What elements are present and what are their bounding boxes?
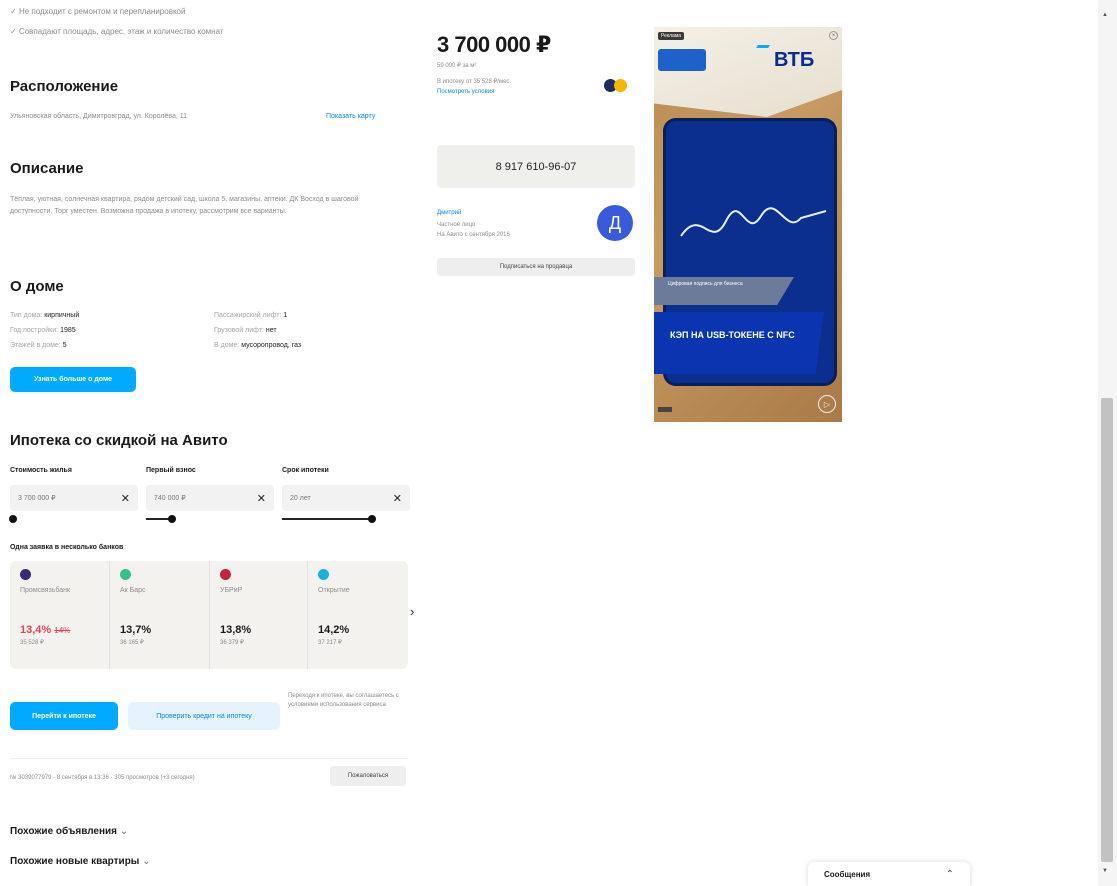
down-payment-slider-knob[interactable]: [167, 515, 176, 523]
seller-type: Частное лицо: [437, 222, 476, 228]
price-value: 3 700 000 ₽: [437, 32, 551, 57]
top-check-2: ✓ Совпадают площадь, адрес, этаж и колич…: [10, 27, 224, 36]
signature-icon: [680, 207, 827, 237]
mortgage-details-link[interactable]: Посмотреть условия: [437, 87, 494, 97]
bank-logo-icon: [220, 569, 231, 580]
bank-card-promsvyaz[interactable]: Промсвязьбанк 13,4% 14% 35 528 ₽: [10, 561, 110, 669]
down-payment-slider[interactable]: [146, 515, 274, 523]
bank-name: УБРиР: [220, 587, 243, 594]
messages-widget[interactable]: Сообщения ⌃: [808, 862, 970, 886]
house-params-left: Тип дома: кирпичный Год постройки: 1985 …: [10, 312, 80, 349]
bank-logo-icon: [318, 569, 329, 580]
price-slider-knob[interactable]: [8, 515, 17, 523]
house-params-right: Пассажирский лифт: 1 Грузовой лифт: нет …: [214, 312, 302, 349]
mortgage-label-down: Первый взнос: [146, 467, 196, 474]
bank-rate: 13,8%: [220, 624, 252, 636]
term-slider[interactable]: [282, 515, 410, 523]
term-slider-knob[interactable]: [367, 515, 376, 523]
bank-logo-icon: [20, 569, 31, 580]
bank-rate: 13,7%: [120, 624, 152, 636]
mortgage-title: Ипотека со скидкой на Авито: [10, 432, 228, 449]
price-field-value: 3 700 000 ₽: [18, 495, 56, 502]
messages-label: Сообщения: [824, 869, 871, 879]
bank-rate: 14,2%: [318, 624, 350, 636]
similar-ads-label: Похожие объявления: [10, 826, 118, 837]
divider: [10, 758, 408, 759]
chevron-up-icon[interactable]: ⌃: [946, 869, 954, 880]
bank-payment: 36 165 ₽: [120, 640, 144, 646]
mortgage-from: В ипотеку от 35 528 ₽/мес.: [437, 79, 512, 85]
term-field[interactable]: 20 лет ✕: [282, 485, 410, 511]
location-title: Расположение: [10, 78, 119, 95]
term-slider-fill: [282, 518, 372, 520]
ad-meta-info: № 3039077979 · 8 сентября в 13:36 · 305 …: [10, 775, 195, 781]
close-icon[interactable]: ×: [829, 31, 838, 40]
seller-avatar[interactable]: Д: [597, 205, 633, 241]
usb-token-icon: [658, 49, 706, 71]
bank-name: Промсвязьбанк: [20, 587, 71, 594]
down-payment-field[interactable]: 740 000 ₽ ✕: [146, 485, 274, 511]
go-to-mortgage-button[interactable]: Перейти к ипотеке: [10, 702, 118, 730]
banks-carousel: Промсвязьбанк 13,4% 14% 35 528 ₽ Ак Барс…: [10, 561, 408, 669]
similar-new-flats-label: Похожие новые квартиры: [10, 856, 140, 867]
scroll-up-icon[interactable]: ▲: [1102, 12, 1108, 18]
scrollbar-thumb[interactable]: [1101, 398, 1113, 862]
chevron-right-icon[interactable]: ›: [410, 604, 414, 619]
clear-icon[interactable]: ✕: [393, 492, 402, 505]
scroll-down-icon[interactable]: ▼: [1102, 868, 1108, 874]
ad-tag: Реклама: [658, 32, 685, 40]
bank-rate: 13,4% 14%: [20, 624, 71, 636]
show-phone-button[interactable]: 8 917 610-96-07: [437, 145, 635, 188]
price-field[interactable]: 3 700 000 ₽ ✕: [10, 485, 138, 511]
house-title: О доме: [10, 278, 64, 295]
banks-caption: Одна заявка в несколько банков: [10, 544, 124, 551]
complain-button[interactable]: Пожаловаться: [330, 766, 406, 786]
scrollbar[interactable]: ▲ ▼: [1098, 0, 1117, 886]
term-field-value: 20 лет: [290, 494, 311, 502]
bank-card-ubrir[interactable]: УБРиР 13,8% 36 379 ₽: [210, 561, 308, 669]
price-per-m2: 59 000 ₽ за м²: [437, 63, 477, 69]
vtb-logo-stripe: [756, 45, 770, 48]
bank-card-akbars[interactable]: Ак Барс 13,7% 36 165 ₽: [110, 561, 210, 669]
top-check-1: ✓ Не подходит с ремонтом и перепланировк…: [10, 7, 186, 16]
clear-icon[interactable]: ✕: [257, 492, 266, 505]
bank-name: Ак Барс: [120, 587, 146, 594]
play-icon[interactable]: ▷: [818, 395, 836, 413]
description-text: Тёплая, уютная, солнечная квартира, рядо…: [10, 196, 359, 215]
bank-logo-icon: [120, 569, 131, 580]
mortgage-label-term: Срок ипотеки: [282, 467, 329, 474]
progress-icon: [658, 407, 672, 412]
description-title: Описание: [10, 160, 84, 177]
chevron-down-icon: ⌄: [142, 856, 151, 867]
seller-name[interactable]: Дмитрий: [437, 208, 461, 218]
bank-name: Открытие: [318, 587, 350, 594]
vtb-ad-banner[interactable]: Реклама × ВТБ Цифровая подпись для бизне…: [654, 27, 842, 422]
bank-card-otkritie[interactable]: Открытие 14,2% 37 217 ₽: [308, 561, 408, 669]
vtb-logo: ВТБ: [774, 49, 815, 71]
down-payment-field-value: 740 000 ₽: [154, 495, 186, 502]
chevron-down-icon: ⌄: [119, 826, 129, 837]
more-about-house-button[interactable]: Узнать больше о доме: [10, 367, 136, 392]
bank-payment: 35 528 ₽: [20, 640, 44, 646]
paper-shape: [654, 27, 842, 117]
bank-logos-icon: [604, 78, 632, 94]
seller-since: На Авито с сентября 2016: [437, 232, 510, 238]
price-slider[interactable]: [8, 515, 138, 523]
bank-payment: 36 379 ₽: [220, 640, 244, 646]
show-map-link[interactable]: Показать карту: [326, 112, 375, 122]
subscribe-seller-button[interactable]: Подписаться на продавца: [437, 258, 635, 276]
banner-big-stripe: [654, 312, 824, 374]
check-credit-button[interactable]: Проверить кредит на ипотеку: [128, 702, 280, 730]
bank-payment: 37 217 ₽: [318, 640, 342, 646]
mortgage-label-price: Стоимость жилья: [10, 467, 72, 474]
mortgage-terms-note: Переходя к ипотеке, вы соглашаетесь с ус…: [288, 693, 399, 708]
location-address: Ульяновская область, Димитровград, ул. К…: [10, 113, 188, 120]
banner-small-text: Цифровая подпись для бизнеса: [668, 281, 743, 287]
banner-big-text: КЭП НА USB-ТОКЕНЕ С NFC: [670, 330, 795, 340]
similar-ads-toggle[interactable]: Похожие объявления ⌄: [10, 826, 128, 837]
clear-icon[interactable]: ✕: [121, 492, 130, 505]
similar-new-flats-toggle[interactable]: Похожие новые квартиры ⌄: [10, 856, 151, 867]
